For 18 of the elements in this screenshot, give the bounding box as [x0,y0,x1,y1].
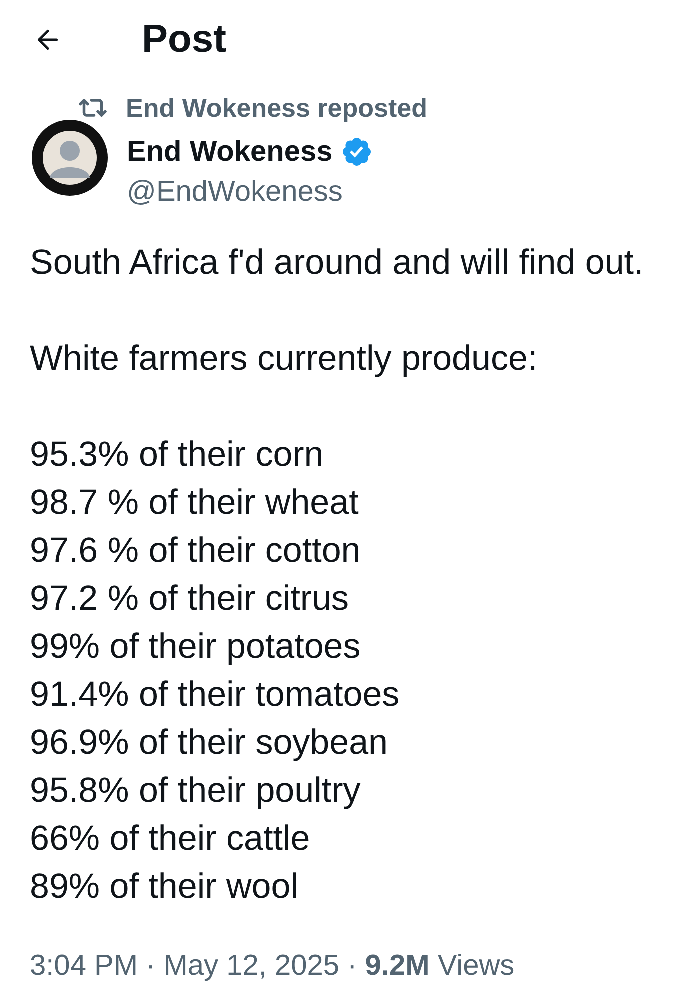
avatar-icon [32,120,108,196]
stat-line: 66% of their cattle [30,818,310,860]
stat-line: 96.9% of their soybean [30,722,388,764]
repost-label: End Wokeness reposted [126,93,428,123]
post-text: White farmers currently produce: [30,338,538,380]
author-name[interactable]: End Wokeness [127,135,333,169]
stat-line: 99% of their potatoes [30,626,361,668]
stat-line: 89% of their wool [30,866,298,908]
post-timestamp-views: 3:04 PM · May 12, 2025 · 9.2M Views [30,950,515,982]
stat-line: 95.8% of their poultry [30,770,361,812]
stat-line: 91.4% of their tomatoes [30,674,400,716]
author-handle[interactable]: @EndWokeness [127,175,371,209]
stat-line: 98.7 % of their wheat [30,482,359,524]
post-text: South Africa f'd around and will find out. [30,242,644,284]
stat-line: 97.6 % of their cotton [30,530,361,572]
page-title: Post [142,17,227,63]
stat-line: 97.2 % of their citrus [30,578,350,620]
stat-line: 95.3% of their corn [30,434,324,476]
